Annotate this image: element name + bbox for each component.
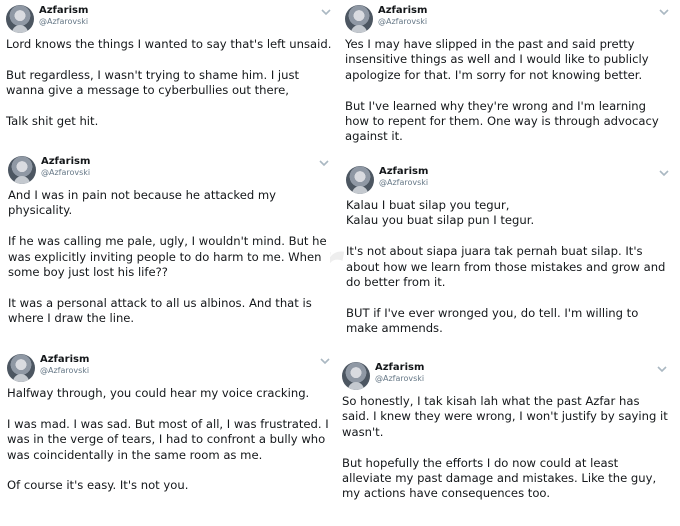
tweet-header: Azfarism @Azfarovski (6, 5, 332, 37)
tweet-paragraph: It's not about siapa juara tak pernah bu… (346, 244, 666, 290)
tweet-card: Azfarism @Azfarovski Halfway through, yo… (7, 354, 331, 494)
tweet-paragraph: But regardless, I wasn't trying to shame… (6, 67, 300, 98)
tweet-text: So honestly, I tak kisah lah what the pa… (342, 394, 668, 502)
tweet-paragraph: But I've learned why they're wrong and I… (345, 98, 659, 144)
tweet-paragraph: Yes I may have slipped in the past and s… (345, 37, 649, 82)
tweet-header: Azfarism @Azfarovski (342, 362, 668, 394)
tweet-text: Yes I may have slipped in the past and s… (345, 37, 670, 145)
user-handle[interactable]: @Azfarovski (378, 16, 427, 27)
chevron-down-icon[interactable] (658, 7, 670, 17)
tweet-card: Azfarism @Azfarovski Yes I may have slip… (345, 5, 670, 145)
tweet-paragraph: Halfway through, you could hear my voice… (7, 386, 310, 400)
tweet-paragraph: If he was calling me pale, ugly, I would… (8, 234, 327, 280)
tweet-text: Kalau I buat silap you tegur, Kalau you … (346, 198, 670, 337)
tweet-paragraph: Of course it's easy. It's not you. (7, 478, 189, 493)
chevron-down-icon[interactable] (320, 7, 332, 17)
user-handle[interactable]: @Azfarovski (379, 177, 428, 188)
tweet-paragraph: And I was in pain not because he attacke… (8, 188, 277, 218)
tweet-paragraph: BUT if I've ever wronged you, do tell. I… (346, 305, 639, 336)
tweet-header: Azfarism @Azfarovski (7, 354, 331, 386)
avatar[interactable] (7, 354, 35, 382)
tweet-header: Azfarism @Azfarovski (346, 166, 670, 198)
tweet-paragraph: So honestly, I tak kisah lah what the pa… (342, 394, 668, 439)
tweet-header: Azfarism @Azfarovski (8, 156, 330, 188)
chevron-down-icon[interactable] (656, 364, 668, 374)
tweet-card: Azfarism @Azfarovski Kalau I buat silap … (346, 166, 670, 337)
avatar[interactable] (342, 362, 370, 390)
chevron-down-icon[interactable] (319, 356, 331, 366)
user-handle[interactable]: @Azfarovski (375, 373, 424, 384)
tweet-header: Azfarism @Azfarovski (345, 5, 670, 37)
tweet-card: Azfarism @Azfarovski Lord knows the thin… (6, 5, 332, 130)
avatar[interactable] (346, 166, 374, 194)
tweet-paragraph: Talk shit get hit. (6, 114, 99, 128)
tweet-text: And I was in pain not because he attacke… (8, 188, 330, 327)
chevron-down-icon[interactable] (318, 158, 330, 168)
tweet-paragraph: Kalau I buat silap you tegur, Kalau you … (346, 198, 535, 228)
avatar[interactable] (8, 156, 36, 184)
avatar[interactable] (345, 5, 373, 33)
tweet-card: Azfarism @Azfarovski So honestly, I tak … (342, 362, 668, 502)
tweet-paragraph: Lord knows the things I wanted to say th… (6, 37, 332, 51)
user-handle[interactable]: @Azfarovski (41, 167, 90, 178)
tweet-text: Halfway through, you could hear my voice… (7, 386, 331, 494)
user-handle[interactable]: @Azfarovski (39, 16, 88, 27)
tweet-paragraph: It was a personal attack to all us albin… (8, 295, 312, 326)
user-handle[interactable]: @Azfarovski (40, 365, 89, 376)
tweet-text: Lord knows the things I wanted to say th… (6, 37, 332, 129)
tweet-card: Azfarism @Azfarovski And I was in pain n… (8, 156, 330, 327)
avatar[interactable] (6, 5, 34, 33)
tweet-paragraph: But hopefully the efforts I do now could… (342, 455, 657, 501)
tweet-paragraph: I was mad. I was sad. But most of all, I… (7, 416, 329, 462)
chevron-down-icon[interactable] (658, 168, 670, 178)
